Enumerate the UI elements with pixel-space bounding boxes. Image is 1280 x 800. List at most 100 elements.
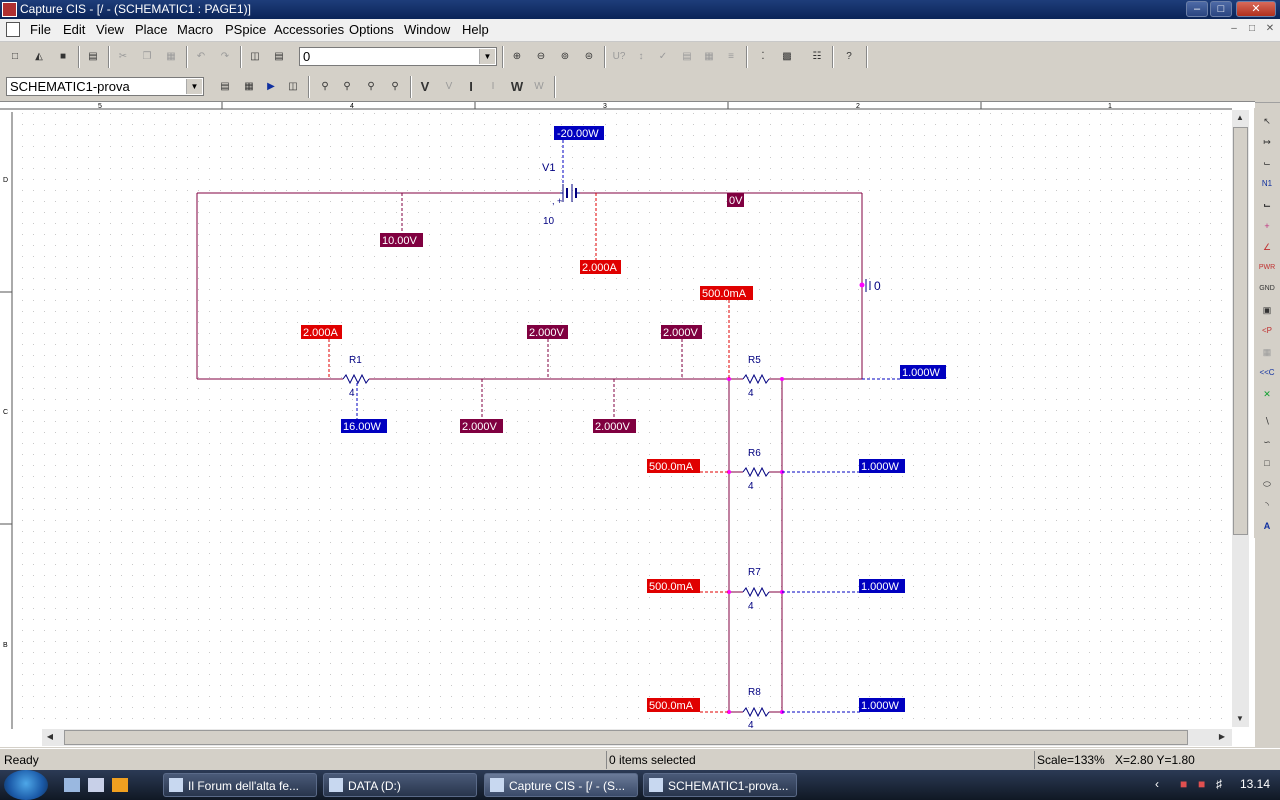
power-symbol-icon[interactable]: PWR	[1258, 259, 1276, 277]
horizontal-scrollbar[interactable]: ◀ ▶	[42, 729, 1232, 746]
task-capture[interactable]: Capture CIS - [/ - (S...	[484, 773, 638, 797]
current-marker-r8[interactable]: 500.0mA	[647, 698, 700, 712]
r7-ref[interactable]: R7	[748, 567, 761, 578]
select-arrow-icon[interactable]: ↖	[1258, 112, 1276, 130]
junction-icon[interactable]: +	[1258, 217, 1276, 235]
hierarchical-block-icon[interactable]: ▣	[1258, 301, 1276, 319]
bias-voltage-icon[interactable]: V	[416, 78, 434, 96]
back-annotate-icon[interactable]: ↕	[632, 48, 650, 66]
ellipse-icon[interactable]: ⬭	[1258, 475, 1276, 493]
capture-app-icon[interactable]	[2, 2, 17, 17]
power-marker-r8[interactable]: 1.000W	[859, 698, 905, 712]
net-alias-icon[interactable]: N1	[1258, 175, 1276, 193]
snap-grid-icon[interactable]: ⁚	[754, 48, 772, 66]
polyline-icon[interactable]: ∽	[1258, 433, 1276, 451]
current-marker-v1[interactable]: 2.000A	[580, 260, 621, 274]
annotate-icon[interactable]: U?	[610, 48, 628, 66]
cross-ref-icon[interactable]: ▦	[700, 48, 718, 66]
tray-volume-icon[interactable]: ♯	[1216, 777, 1222, 791]
tray-network-icon[interactable]: ■	[1180, 777, 1187, 791]
bias-current-icon[interactable]: I	[462, 78, 480, 96]
zoom-area-icon[interactable]: ⊚	[556, 48, 574, 66]
power-marker-r7[interactable]: 1.000W	[859, 579, 905, 593]
project-manager-icon[interactable]: ▩	[778, 48, 796, 66]
r1-value[interactable]: 4	[349, 388, 355, 399]
tray-expand-icon[interactable]: ‹	[1155, 777, 1159, 791]
schematic-canvas[interactable]: 5 4 3 2 1 D C B V1 10 , + 0 R1 4 R5 4 R6…	[0, 102, 1232, 729]
cut-icon[interactable]: ✂	[114, 48, 132, 66]
task-browser[interactable]: Il Forum dell'alta fe...	[163, 773, 317, 797]
switch-windows-icon[interactable]	[88, 778, 104, 792]
scroll-right-icon[interactable]: ▶	[1214, 729, 1230, 745]
r5-value[interactable]: 4	[748, 388, 754, 399]
off-page-connector-icon[interactable]: <<C	[1258, 364, 1276, 382]
show-desktop-icon[interactable]	[64, 778, 80, 792]
task-explorer[interactable]: DATA (D:)	[323, 773, 477, 797]
rectangle-icon[interactable]: □	[1258, 454, 1276, 472]
ground-icon[interactable]: GND	[1258, 280, 1276, 298]
menu-help[interactable]: Help	[462, 22, 489, 37]
menu-place[interactable]: Place	[135, 22, 168, 37]
zoom-out-icon[interactable]: ⊖	[532, 48, 550, 66]
diff-marker-icon[interactable]: ⚲	[338, 78, 356, 96]
menu-view[interactable]: View	[96, 22, 124, 37]
r6-ref[interactable]: R6	[748, 448, 761, 459]
hierarchical-pin-icon[interactable]: ▦	[1258, 343, 1276, 361]
paste-icon[interactable]: ▦	[162, 48, 180, 66]
current-display-icon[interactable]: I	[484, 78, 502, 96]
power-marker-icon[interactable]: ⚲	[386, 78, 404, 96]
new-icon[interactable]: □	[6, 48, 24, 66]
horizontal-scroll-thumb[interactable]	[64, 730, 1188, 745]
menu-accessories[interactable]: Accessories	[274, 22, 344, 37]
r1-ref[interactable]: R1	[349, 355, 362, 366]
menu-window[interactable]: Window	[404, 22, 450, 37]
place-wire-icon[interactable]: ⌙	[1258, 154, 1276, 172]
power-marker-v1[interactable]: -20.00W	[554, 126, 604, 140]
redo-icon[interactable]: ↷	[216, 48, 234, 66]
chevron-down-icon[interactable]: ▼	[186, 79, 202, 94]
chevron-down-icon[interactable]: ▼	[479, 49, 495, 64]
document-icon[interactable]	[6, 22, 20, 37]
open-icon[interactable]: ◭	[30, 48, 48, 66]
scroll-left-icon[interactable]: ◀	[42, 729, 58, 745]
power-display-icon[interactable]: W	[530, 78, 548, 96]
voltage-marker-left[interactable]: 10.00V	[380, 233, 423, 247]
part-combo[interactable]: 0 ▼	[299, 47, 497, 66]
cascade-icon[interactable]: ◫	[246, 48, 264, 66]
r5-ref[interactable]: R5	[748, 355, 761, 366]
voltage-marker-low-a[interactable]: 2.000V	[460, 419, 503, 433]
clock[interactable]: 13.14	[1240, 777, 1270, 791]
menu-file[interactable]: File	[30, 22, 51, 37]
mdi-restore-icon[interactable]: □	[1244, 22, 1260, 36]
menu-options[interactable]: Options	[349, 22, 394, 37]
current-marker-r5[interactable]: 500.0mA	[700, 286, 753, 300]
r8-ref[interactable]: R8	[748, 687, 761, 698]
start-button[interactable]	[4, 770, 48, 800]
voltage-marker-low-b[interactable]: 2.000V	[593, 419, 636, 433]
task-schematic[interactable]: SCHEMATIC1-prova...	[643, 773, 797, 797]
scroll-up-icon[interactable]: ▲	[1232, 110, 1248, 126]
power-marker-r6[interactable]: 1.000W	[859, 459, 905, 473]
vertical-scroll-thumb[interactable]	[1233, 127, 1248, 535]
bus-entry-icon[interactable]: ∠	[1258, 238, 1276, 256]
current-marker-r1[interactable]: 2.000A	[301, 325, 342, 339]
text-icon[interactable]: A	[1258, 517, 1276, 535]
current-marker-icon[interactable]: ⚲	[362, 78, 380, 96]
restore-button[interactable]: □	[1210, 1, 1232, 17]
print-icon[interactable]: ▤	[84, 48, 102, 66]
vertical-scrollbar[interactable]: ▲ ▼	[1232, 110, 1249, 727]
bias-power-icon[interactable]: W	[508, 78, 526, 96]
voltage-marker-icon[interactable]: ⚲	[316, 78, 334, 96]
netlist-icon[interactable]: ▤	[678, 48, 696, 66]
arc-icon[interactable]: ◝	[1258, 496, 1276, 514]
current-marker-r6[interactable]: 500.0mA	[647, 459, 700, 473]
r6-value[interactable]: 4	[748, 481, 754, 492]
voltage-marker-mid-b[interactable]: 2.000V	[661, 325, 702, 339]
view-results-icon[interactable]: ◫	[284, 78, 302, 96]
mdi-close-icon[interactable]: ✕	[1262, 22, 1278, 36]
place-part-icon[interactable]: ↦	[1258, 133, 1276, 151]
current-marker-r7[interactable]: 500.0mA	[647, 579, 700, 593]
zoom-all-icon[interactable]: ⊜	[580, 48, 598, 66]
scroll-down-icon[interactable]: ▼	[1232, 711, 1248, 727]
bom-icon[interactable]: ≡	[722, 48, 740, 66]
